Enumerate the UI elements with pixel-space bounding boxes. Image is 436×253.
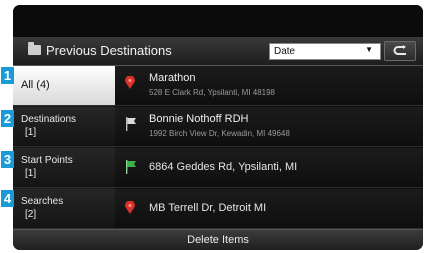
list-item[interactable]: Marathon 528 E Clark Rd, Ypsilanti, MI 4… [115, 66, 423, 106]
item-name: Bonnie Nothoff RDH [149, 113, 249, 125]
tab-count: [1] [25, 127, 37, 138]
category-tabs: All (4) Destinations [1] Start Points [1… [13, 66, 115, 229]
destination-list: Marathon 528 E Clark Rd, Ypsilanti, MI 4… [115, 66, 423, 229]
tab-label: Destinations [21, 114, 77, 125]
tab-label: All (4) [21, 79, 50, 91]
delete-items-button[interactable]: Delete Items [13, 230, 423, 250]
item-name: 6864 Geddes Rd, Ypsilanti, MI [149, 161, 298, 173]
item-name: Marathon [149, 72, 196, 84]
sort-dropdown[interactable]: Date ▼ [269, 43, 381, 60]
red-pin-icon [125, 201, 135, 214]
tab-destinations[interactable]: Destinations [1] [13, 107, 115, 147]
list-item[interactable]: MB Terrell Dr, Detroit MI [115, 189, 423, 229]
list-item[interactable]: 6864 Geddes Rd, Ypsilanti, MI [115, 148, 423, 188]
screenshot-frame: Previous Destinations Date ▼ All (4) Des… [0, 0, 436, 253]
white-flag-icon [126, 117, 136, 131]
back-arrow-icon [393, 45, 406, 55]
callout-badge: 1 [1, 67, 14, 84]
tab-label: Searches [21, 196, 64, 207]
callout-badge: 4 [1, 190, 14, 207]
header-bar: Previous Destinations Date ▼ [13, 37, 423, 66]
red-pin-icon [125, 76, 135, 89]
folder-icon [28, 42, 41, 55]
tab-count: [2] [25, 209, 37, 220]
status-bar [13, 5, 423, 37]
tab-start-points[interactable]: Start Points [1] [13, 148, 115, 188]
green-flag-icon [126, 160, 136, 174]
back-button[interactable] [384, 41, 416, 61]
page-title: Previous Destinations [46, 43, 172, 58]
tab-all[interactable]: All (4) [13, 66, 115, 106]
tab-count: [1] [25, 168, 37, 179]
dropdown-arrow-icon: ▼ [365, 45, 373, 54]
sort-value: Date [274, 46, 296, 57]
nav-screen: Previous Destinations Date ▼ All (4) Des… [13, 5, 423, 250]
footer-bar: Delete Items [13, 229, 423, 250]
callout-badge: 3 [1, 151, 14, 168]
callout-badge: 2 [1, 110, 14, 127]
item-address: 528 E Clark Rd, Ypsilanti, MI 48198 [149, 88, 275, 97]
tab-label: Start Points [21, 155, 73, 166]
list-item[interactable]: Bonnie Nothoff RDH 1992 Birch View Dr, K… [115, 107, 423, 147]
item-address: 1992 Birch View Dr, Kewadin, MI 49648 [149, 129, 290, 138]
tab-searches[interactable]: Searches [2] [13, 189, 115, 229]
item-name: MB Terrell Dr, Detroit MI [149, 202, 267, 214]
